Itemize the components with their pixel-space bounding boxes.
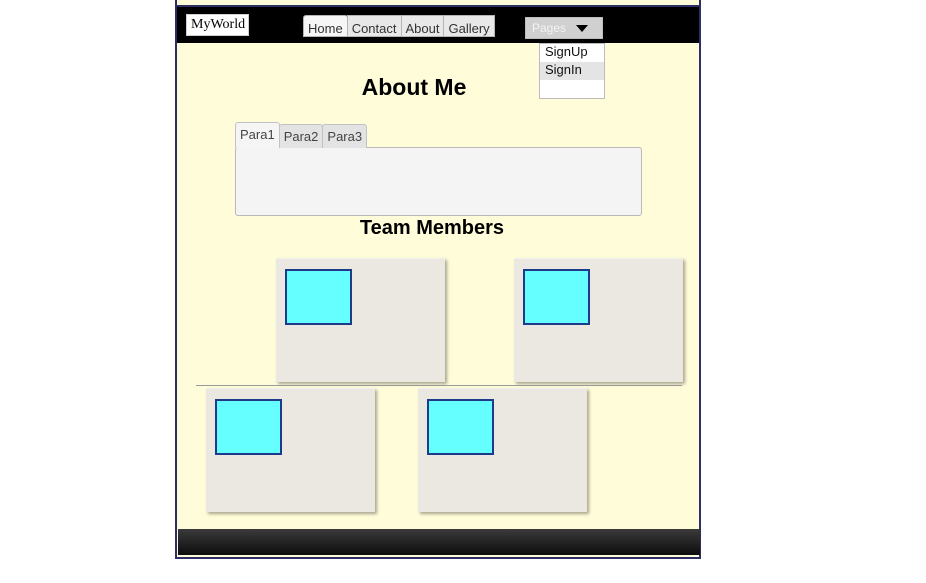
pages-dropdown-button[interactable]: Pages [525, 17, 603, 39]
brand-logo[interactable]: MyWorld [186, 14, 249, 36]
para-tab-panel [235, 147, 642, 216]
member-photo [215, 399, 282, 455]
page-footer [178, 529, 700, 555]
team-member-card[interactable] [418, 388, 587, 512]
team-member-card[interactable] [206, 388, 375, 512]
member-photo [427, 399, 494, 455]
tab-para1[interactable]: Para1 [235, 122, 280, 148]
divider [196, 385, 682, 386]
page-frame: MyWorld Home Contact About Gallery Pages… [175, 0, 701, 559]
nav-tab-about[interactable]: About [400, 15, 445, 37]
para-tab-strip: Para1 Para2 Para3 [235, 122, 368, 148]
nav-tab-contact[interactable]: Contact [346, 15, 402, 37]
team-heading: Team Members [359, 217, 505, 239]
member-photo [523, 269, 590, 325]
caret-down-icon [576, 25, 588, 32]
pages-dropdown-label: Pages [532, 21, 567, 35]
team-member-card[interactable] [514, 258, 683, 382]
top-navigation-bar: MyWorld Home Contact About Gallery Pages [177, 5, 699, 43]
member-photo [285, 269, 352, 325]
nav-tab-home[interactable]: Home [303, 15, 348, 37]
about-heading: About Me [361, 74, 467, 100]
menu-item-signup[interactable]: SignUp [540, 44, 604, 62]
team-member-card[interactable] [276, 258, 445, 382]
nav-tab-gallery[interactable]: Gallery [443, 15, 495, 37]
tab-para2[interactable]: Para2 [278, 124, 324, 148]
tab-para3[interactable]: Para3 [322, 124, 368, 148]
main-nav: Home Contact About Gallery [303, 15, 495, 37]
